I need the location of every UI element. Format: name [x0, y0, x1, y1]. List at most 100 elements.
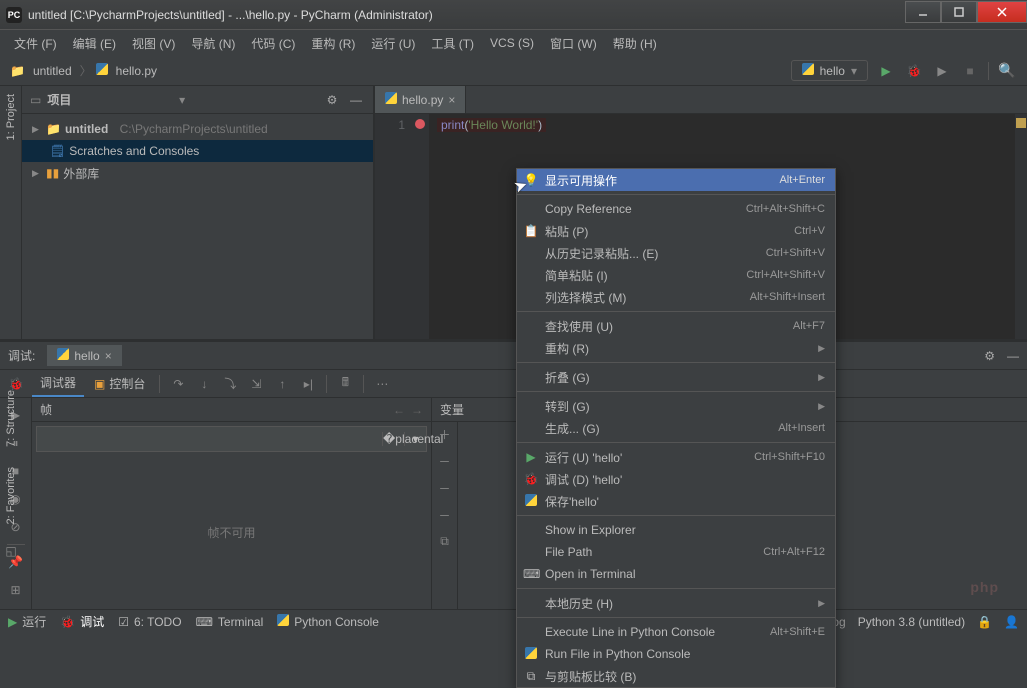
terminal-icon: ⌨ — [523, 567, 539, 581]
remove-watch-icon[interactable]: － — [438, 453, 450, 470]
thread-selector[interactable]: �placental ▾ — [36, 426, 427, 452]
ctx-goto[interactable]: 转到 (G)▶ — [517, 395, 835, 417]
tool-structure[interactable]: 7: Structure — [5, 380, 17, 457]
evaluate-icon[interactable]: 🖩 — [333, 372, 357, 396]
frames-empty-label: 帧不可用 — [32, 456, 431, 609]
ctx-run-console[interactable]: Run File in Python Console — [517, 643, 835, 665]
run-config-name: hello — [820, 64, 845, 78]
lock-icon[interactable]: 🔒 — [977, 615, 992, 629]
breadcrumb-root[interactable]: untitled — [29, 62, 76, 80]
collapse-icon[interactable]: — — [1007, 349, 1019, 363]
ctx-folding[interactable]: 折叠 (G)▶ — [517, 366, 835, 388]
collapse-icon[interactable]: — — [347, 93, 365, 107]
filter-icon[interactable]: �placental — [382, 432, 404, 446]
tree-item-scratches[interactable]: 🗒 Scratches and Consoles — [22, 140, 373, 162]
tree-item-untitled[interactable]: ▶ 📁 untitled C:\PycharmProjects\untitled — [22, 118, 373, 140]
maximize-button[interactable] — [941, 1, 977, 23]
status-todo[interactable]: ☑6: TODO — [118, 615, 181, 629]
ctx-run[interactable]: ▶运行 (U) 'hello'Ctrl+Shift+F10 — [517, 446, 835, 468]
step-into-icon[interactable]: ↓ — [192, 372, 216, 396]
dropdown-icon[interactable]: ▾ — [179, 93, 185, 107]
editor-marker-strip[interactable] — [1015, 114, 1027, 339]
run-config-selector[interactable]: hello ▾ — [791, 60, 868, 81]
menu-tools[interactable]: 工具 (T) — [425, 32, 480, 55]
close-tab-icon[interactable]: × — [448, 93, 455, 107]
search-everywhere-button[interactable]: 🔍 — [997, 62, 1017, 79]
console-tab[interactable]: ▣控制台 — [86, 371, 153, 396]
tool-project[interactable]: 1: Project — [5, 90, 17, 144]
step-over-icon[interactable]: ↷ — [166, 372, 190, 396]
ctx-generate[interactable]: 生成... (G)Alt+Insert — [517, 417, 835, 439]
ctx-show-actions[interactable]: 💡显示可用操作Alt+Enter — [517, 169, 835, 191]
ctx-exec-line[interactable]: Execute Line in Python ConsoleAlt+Shift+… — [517, 621, 835, 643]
menu-edit[interactable]: 编辑 (E) — [67, 32, 122, 55]
tool-window-quick-icon[interactable]: ◱ — [5, 544, 16, 558]
close-button[interactable] — [977, 1, 1027, 23]
status-debug[interactable]: 🐞调试 — [60, 613, 104, 630]
ctx-paste-history[interactable]: 从历史记录粘贴... (E)Ctrl+Shift+V — [517, 242, 835, 264]
menu-refactor[interactable]: 重构 (R) — [305, 32, 361, 55]
debug-button[interactable]: 🐞 — [904, 64, 924, 78]
menu-file[interactable]: 文件 (F) — [8, 32, 63, 55]
ctx-file-path[interactable]: File PathCtrl+Alt+F12 — [517, 541, 835, 563]
minimize-button[interactable] — [905, 1, 941, 23]
status-run[interactable]: ▶运行 — [8, 613, 46, 630]
more-icon[interactable]: ⋯ — [370, 372, 394, 396]
breakpoint-gutter[interactable] — [411, 114, 429, 339]
close-icon[interactable]: × — [105, 349, 112, 363]
ctx-paste-simple[interactable]: 简单粘贴 (I)Ctrl+Alt+Shift+V — [517, 264, 835, 286]
stop-button[interactable]: ■ — [960, 64, 980, 78]
copy-icon[interactable]: ⧉ — [440, 534, 449, 549]
ctx-find-usages[interactable]: 查找使用 (U)Alt+F7 — [517, 315, 835, 337]
breadcrumb-file[interactable]: hello.py — [112, 62, 161, 80]
dropdown-icon[interactable]: ▾ — [404, 432, 426, 446]
ctx-copy-reference[interactable]: Copy ReferenceCtrl+Alt+Shift+C — [517, 198, 835, 220]
ctx-paste[interactable]: 📋粘贴 (P)Ctrl+V — [517, 220, 835, 242]
menu-view[interactable]: 视图 (V) — [126, 32, 181, 55]
status-python-console[interactable]: Python Console — [277, 614, 379, 629]
menu-help[interactable]: 帮助 (H) — [607, 32, 663, 55]
menu-window[interactable]: 窗口 (W) — [544, 32, 603, 55]
menu-run[interactable]: 运行 (U) — [365, 32, 421, 55]
status-terminal[interactable]: ⌨Terminal — [196, 615, 264, 629]
run-button[interactable]: ▶ — [876, 64, 896, 78]
down-icon[interactable]: － — [438, 507, 450, 524]
left-tool-strip: 1: Project — [0, 86, 22, 339]
interpreter-label[interactable]: Python 3.8 (untitled) — [858, 615, 965, 629]
hector-icon[interactable]: 👤 — [1004, 615, 1019, 629]
ctx-save[interactable]: 保存'hello' — [517, 490, 835, 512]
add-watch-icon[interactable]: ＋ — [438, 426, 450, 443]
menu-navigate[interactable]: 导航 (N) — [185, 32, 241, 55]
settings-icon[interactable]: ⚙ — [323, 93, 341, 107]
ctx-column-mode[interactable]: 列选择模式 (M)Alt+Shift+Insert — [517, 286, 835, 308]
ctx-local-history[interactable]: 本地历史 (H)▶ — [517, 592, 835, 614]
step-into-my-icon[interactable]: ⤵ — [218, 372, 242, 396]
debugger-tab[interactable]: 调试器 — [32, 370, 84, 397]
step-out-icon[interactable]: ↑ — [270, 372, 294, 396]
layout-icon[interactable]: ⊞ — [10, 579, 20, 601]
editor-tab-hello[interactable]: hello.py × — [375, 86, 466, 113]
up-icon[interactable]: － — [438, 480, 450, 497]
tree-item-external-libs[interactable]: ▶ ▮▮ 外部库 — [22, 162, 373, 184]
force-step-icon[interactable]: ⇲ — [244, 372, 268, 396]
run-with-coverage-button[interactable]: ▶ — [932, 64, 952, 78]
ctx-compare-clipboard[interactable]: ⧉与剪贴板比较 (B) — [517, 665, 835, 687]
panel-view-icon[interactable]: ▭ — [30, 93, 41, 107]
ctx-open-terminal[interactable]: ⌨Open in Terminal — [517, 563, 835, 585]
prev-frame-icon[interactable]: ← — [393, 403, 405, 417]
debug-tab-hello[interactable]: hello × — [47, 345, 121, 366]
warning-marker-icon[interactable] — [1016, 118, 1026, 128]
settings-icon[interactable]: ⚙ — [984, 349, 995, 363]
menu-code[interactable]: 代码 (C) — [245, 32, 301, 55]
tool-favorites[interactable]: 2: Favorites — [5, 457, 17, 534]
ctx-debug[interactable]: 🐞调试 (D) 'hello' — [517, 468, 835, 490]
expand-arrow-icon[interactable]: ▶ — [32, 124, 42, 135]
breakpoint-icon[interactable] — [415, 119, 425, 129]
run-to-cursor-icon[interactable]: ▸| — [296, 372, 320, 396]
project-panel-header: ▭ 项目 ▾ ⚙ — — [22, 86, 373, 114]
expand-arrow-icon[interactable]: ▶ — [32, 168, 42, 179]
ctx-refactor[interactable]: 重构 (R)▶ — [517, 337, 835, 359]
ctx-show-explorer[interactable]: Show in Explorer — [517, 519, 835, 541]
menu-vcs[interactable]: VCS (S) — [484, 33, 540, 53]
next-frame-icon[interactable]: → — [411, 403, 423, 417]
